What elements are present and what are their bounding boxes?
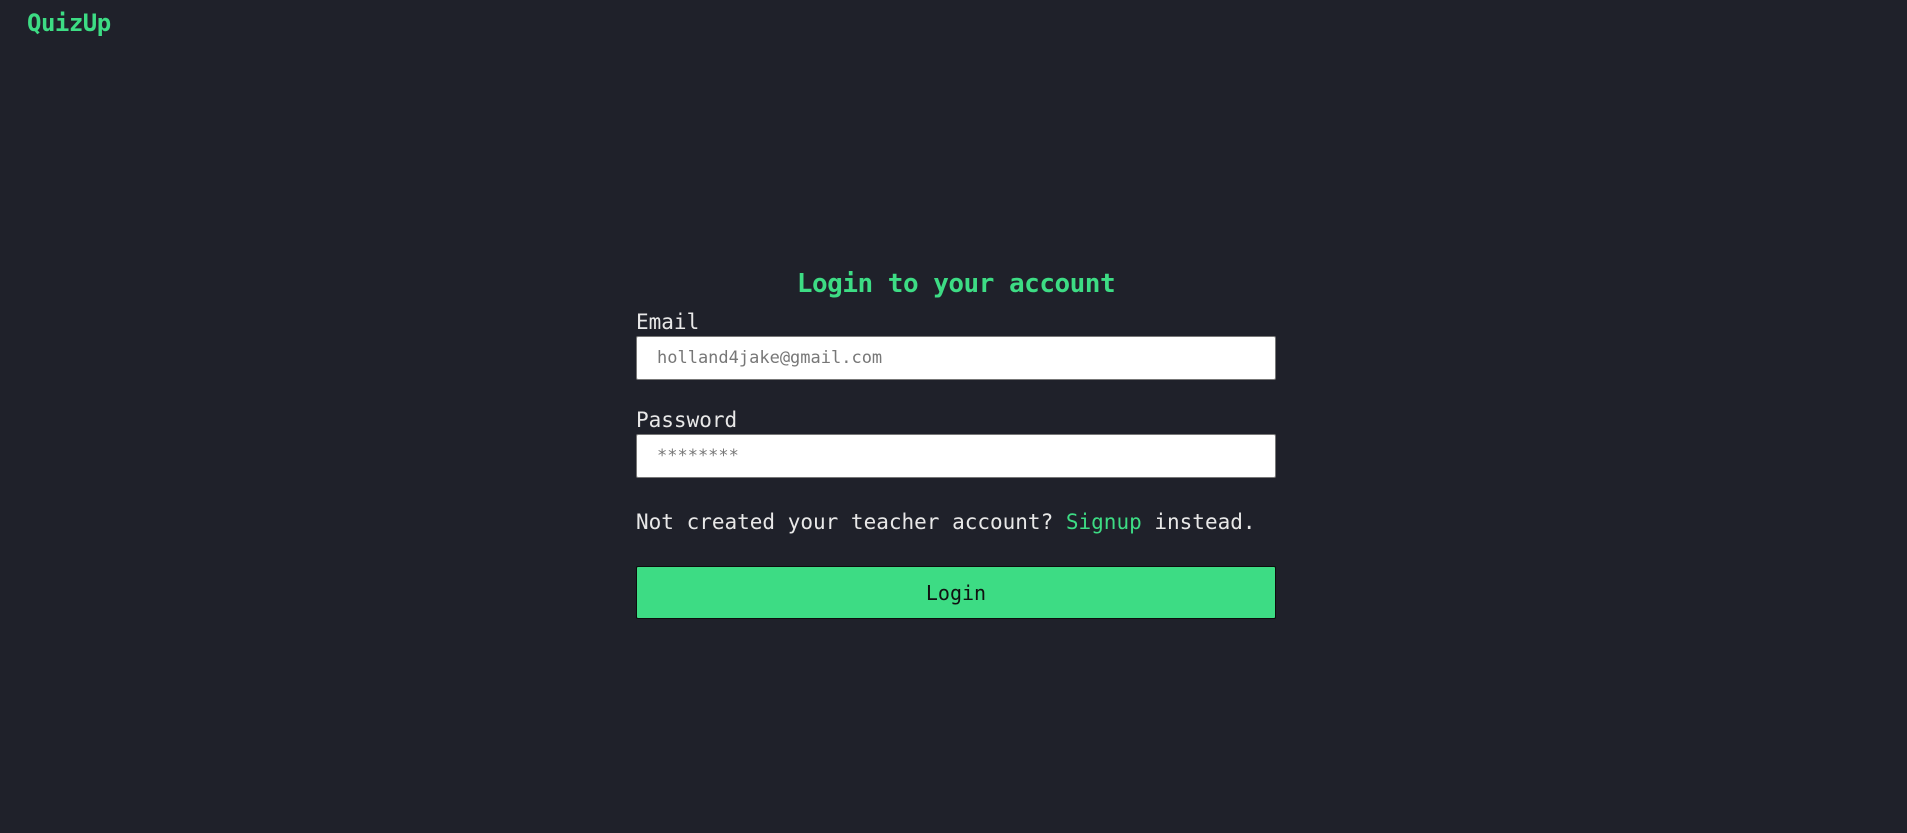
- signup-prompt-suffix: instead.: [1141, 510, 1256, 534]
- page-title: Login to your account: [796, 269, 1116, 299]
- signup-link[interactable]: Signup: [1066, 510, 1142, 534]
- password-field[interactable]: [636, 434, 1276, 478]
- email-label: Email: [636, 310, 700, 334]
- login-form: Login to your account Email Password Not…: [636, 262, 1276, 619]
- signup-prompt: Not created your teacher account? Signup…: [636, 508, 1276, 536]
- signup-prompt-prefix: Not created your teacher account?: [636, 510, 1066, 534]
- email-field[interactable]: [636, 336, 1276, 380]
- brand-logo[interactable]: QuizUp: [27, 8, 111, 38]
- login-button[interactable]: Login: [636, 566, 1276, 619]
- password-label: Password: [636, 408, 738, 432]
